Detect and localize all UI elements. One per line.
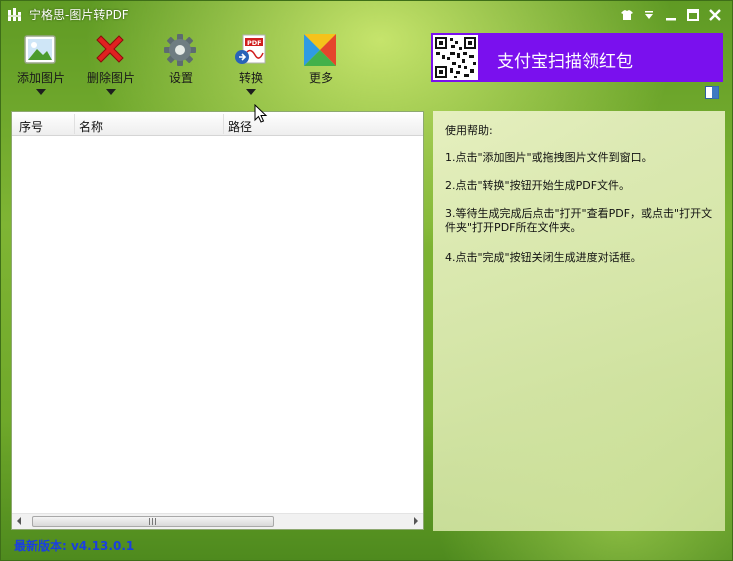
help-step: 3.等待生成完成后点击"打开"查看PDF，或点击"打开文件夹"打开PDF所在文件… bbox=[445, 207, 713, 234]
window-title: 宁格思-图片转PDF bbox=[29, 8, 129, 22]
gear-icon bbox=[164, 34, 196, 66]
more-button[interactable]: 更多 bbox=[289, 31, 353, 101]
help-step: 2.点击"转换"按钮开始生成PDF文件。 bbox=[445, 179, 631, 192]
column-index[interactable]: 序号 bbox=[19, 118, 43, 135]
maximize-icon[interactable] bbox=[686, 8, 700, 22]
grip-icon bbox=[149, 518, 158, 525]
help-step: 1.点击"添加图片"或拖拽图片文件到窗口。 bbox=[445, 151, 653, 164]
scroll-right-icon[interactable] bbox=[414, 517, 418, 525]
help-panel: 使用帮助: 1.点击"添加图片"或拖拽图片文件到窗口。 2.点击"转换"按钮开始… bbox=[433, 111, 725, 531]
add-image-button[interactable]: 添加图片 bbox=[9, 31, 73, 101]
image-icon bbox=[24, 35, 56, 64]
settings-label: 设置 bbox=[168, 71, 193, 85]
alipay-banner[interactable]: 支付宝扫描领红包 bbox=[431, 33, 723, 82]
column-path[interactable]: 路径 bbox=[228, 118, 252, 135]
settings-button[interactable]: 设置 bbox=[149, 31, 213, 101]
delete-image-button[interactable]: 删除图片 bbox=[79, 31, 143, 101]
help-title: 使用帮助: bbox=[445, 124, 493, 137]
scrollbar-thumb[interactable] bbox=[32, 516, 274, 527]
more-apps-icon bbox=[304, 34, 336, 66]
convert-button[interactable]: PDF 转换 bbox=[219, 31, 283, 101]
add-image-dropdown-icon[interactable] bbox=[36, 89, 46, 95]
help-step: 4.点击"完成"按钮关闭生成进度对话框。 bbox=[445, 251, 642, 264]
app-logo-icon bbox=[8, 8, 21, 21]
column-divider[interactable] bbox=[223, 114, 224, 134]
qr-code-icon bbox=[433, 35, 478, 80]
version-link[interactable]: 最新版本: v4.13.0.1 bbox=[14, 537, 134, 554]
scroll-left-icon[interactable] bbox=[17, 517, 21, 525]
minimize-icon[interactable] bbox=[664, 8, 678, 22]
pdf-convert-icon: PDF bbox=[235, 34, 266, 64]
mouse-cursor-icon bbox=[254, 104, 268, 123]
column-divider[interactable] bbox=[74, 114, 75, 134]
table-header: 序号 名称 路径 bbox=[12, 112, 423, 136]
close-icon[interactable] bbox=[708, 8, 722, 22]
skin-icon[interactable] bbox=[620, 8, 634, 22]
delete-x-icon bbox=[96, 35, 124, 63]
horizontal-scrollbar[interactable] bbox=[12, 513, 423, 529]
svg-text:PDF: PDF bbox=[247, 39, 262, 47]
add-image-label: 添加图片 bbox=[16, 71, 65, 85]
image-list-table[interactable]: 序号 名称 路径 bbox=[11, 111, 424, 530]
book-icon[interactable] bbox=[705, 86, 719, 99]
table-body[interactable] bbox=[12, 137, 423, 513]
convert-label: 转换 bbox=[238, 71, 263, 85]
banner-text: 支付宝扫描领红包 bbox=[497, 52, 633, 72]
delete-image-dropdown-icon[interactable] bbox=[106, 89, 116, 95]
more-label: 更多 bbox=[308, 71, 333, 85]
menu-icon[interactable] bbox=[642, 8, 656, 22]
title-bar[interactable]: 宁格思-图片转PDF bbox=[1, 1, 733, 29]
app-window: 宁格思-图片转PDF 添加图片 删除图片 设置 PDF 转换 更多 支付宝扫描领… bbox=[0, 0, 733, 561]
delete-image-label: 删除图片 bbox=[86, 71, 135, 85]
column-name[interactable]: 名称 bbox=[79, 118, 103, 135]
convert-dropdown-icon[interactable] bbox=[246, 89, 256, 95]
